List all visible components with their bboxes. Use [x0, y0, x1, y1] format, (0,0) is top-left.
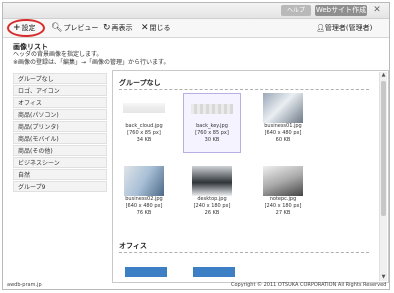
image-thumb-office-1[interactable] — [125, 267, 167, 277]
sidebar-item-other[interactable]: 商品(その他) — [13, 145, 107, 156]
sidebar-item-nature[interactable]: 自然 — [13, 169, 107, 180]
refresh-button[interactable]: ↻再表示 — [103, 21, 133, 35]
user-icon: 👤︎ — [316, 24, 325, 32]
image-panel: グループなし back_cloud.jpg [760 x 85 px] 34 K… — [112, 70, 389, 283]
image-thumb-desktop[interactable]: desktop.jpg [240 x 180 px] 26 KB — [183, 166, 241, 224]
image-size: 76 KB — [136, 210, 152, 216]
image-thumb-back-key-selected[interactable]: back_key.jpg [760 x 85 px] 30 KB — [183, 93, 241, 153]
close-label: 閉じる — [149, 24, 171, 32]
close-button[interactable]: ✕閉じる — [141, 21, 171, 35]
sidebar-item-printer[interactable]: 商品(プリンタ) — [13, 121, 107, 132]
toolbar: +設定 🔍︎プレビュー ↻再表示 ✕閉じる 👤︎管理者(管理者) — [3, 19, 389, 38]
sidebar-item-logo-icon[interactable]: ロゴ、アイコン — [13, 85, 107, 96]
image-preview — [263, 93, 303, 123]
image-filename: business01.jpg — [264, 123, 302, 129]
image-preview — [263, 166, 303, 196]
image-dimensions: [640 x 480 px] — [125, 203, 163, 209]
image-thumb-business01[interactable]: business01.jpg [640 x 480 px] 60 KB — [254, 93, 312, 151]
sidebar-item-group9[interactable]: グループ9 — [13, 181, 107, 192]
image-thumb-office-2[interactable] — [193, 267, 235, 277]
image-thumb-back-cloud[interactable]: back_cloud.jpg [760 x 85 px] 34 KB — [115, 93, 173, 151]
footer-site: awdb-pram.jp — [7, 282, 42, 288]
image-preview — [191, 104, 233, 114]
image-size: 60 KB — [275, 137, 291, 143]
image-thumb-business02[interactable]: business02.jpg [640 x 480 px] 76 KB — [115, 166, 173, 224]
scroll-thumb[interactable] — [381, 81, 386, 216]
sidebar-item-no-group[interactable]: グループなし — [13, 73, 107, 84]
image-thumb-notepc[interactable]: notepc.jpg [240 x 180 px] 27 KB — [254, 166, 312, 224]
scroll-down-icon[interactable]: ▼ — [380, 274, 387, 281]
image-dimensions: [760 x 85 px] — [127, 130, 161, 136]
image-filename: business02.jpg — [125, 196, 163, 202]
image-size: 30 KB — [204, 137, 220, 143]
help-button[interactable]: ヘルプ — [281, 5, 311, 16]
sidebar-item-office[interactable]: オフィス — [13, 97, 107, 108]
group-header-no-group: グループなし — [119, 79, 161, 87]
group-header-office: オフィス — [119, 242, 147, 250]
image-filename: notepc.jpg — [269, 196, 297, 202]
group-divider — [119, 89, 369, 90]
user-label: 管理者(管理者) — [324, 24, 373, 32]
image-filename: desktop.jpg — [197, 196, 227, 202]
desc-line-2: ※画像の登録は、「編集」→「画像の管理」から行います。 — [13, 59, 170, 66]
preview-label: プレビュー — [63, 24, 99, 32]
image-size: 27 KB — [275, 210, 291, 216]
image-preview — [123, 103, 165, 113]
group-divider — [119, 252, 369, 253]
image-dimensions: [240 x 180 px] — [264, 203, 302, 209]
image-dimensions: [640 x 480 px] — [264, 130, 302, 136]
highlight-circle — [7, 19, 45, 37]
image-dimensions: [760 x 85 px] — [195, 130, 229, 136]
app-window: ヘルプ Webサイト作成 ✕ +設定 🔍︎プレビュー ↻再表示 ✕閉じる 👤︎管… — [2, 2, 390, 290]
vertical-scrollbar[interactable]: ▲ ▼ — [379, 72, 387, 281]
image-filename: back_key.jpg — [196, 123, 228, 129]
refresh-label: 再表示 — [111, 24, 133, 32]
image-dimensions: [240 x 180 px] — [193, 203, 231, 209]
search-icon: 🔍︎ — [51, 23, 63, 33]
x-icon: ✕ — [141, 23, 149, 33]
image-preview — [124, 166, 164, 196]
image-filename: back_cloud.jpg — [125, 123, 163, 129]
window-title: Webサイト作成 — [315, 5, 367, 16]
sidebar-item-pc[interactable]: 商品(パソコン) — [13, 109, 107, 120]
image-preview — [192, 166, 232, 196]
desc-line-1: ヘッダの背景画像を指定します。 — [13, 51, 103, 58]
section-description: ヘッダの背景画像を指定します。 ※画像の登録は、「編集」→「画像の管理」から行い… — [13, 51, 169, 67]
sidebar-item-business[interactable]: ビジネスシーン — [13, 157, 107, 168]
scroll-up-icon[interactable]: ▲ — [380, 72, 387, 79]
image-size: 34 KB — [136, 137, 152, 143]
sidebar-item-mobile[interactable]: 商品(モバイル) — [13, 133, 107, 144]
footer-copyright: Copyright © 2011 OTSUKA CORPORATION All … — [231, 282, 387, 288]
close-icon[interactable]: ✕ — [371, 5, 383, 16]
title-bar: ヘルプ Webサイト作成 ✕ — [3, 3, 389, 19]
group-sidebar: グループなし ロゴ、アイコン オフィス 商品(パソコン) 商品(プリンタ) 商品… — [13, 73, 107, 193]
refresh-icon: ↻ — [103, 23, 111, 33]
image-size: 26 KB — [204, 210, 220, 216]
user-menu[interactable]: 👤︎管理者(管理者) — [316, 21, 372, 35]
preview-button[interactable]: 🔍︎プレビュー — [51, 21, 98, 35]
